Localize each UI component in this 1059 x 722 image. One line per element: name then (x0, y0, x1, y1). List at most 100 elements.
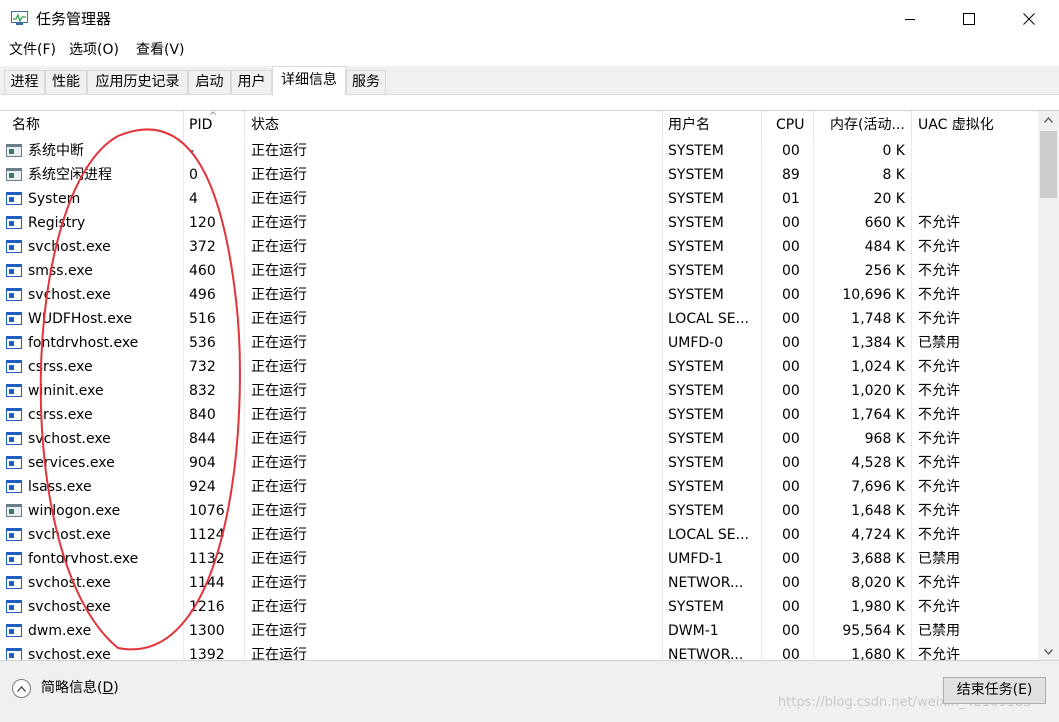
column-header-username[interactable]: 用户名 (668, 114, 710, 136)
column-divider[interactable] (183, 111, 184, 139)
column-header-pid[interactable]: PID (189, 114, 212, 136)
chevron-up-icon (1044, 116, 1053, 123)
scroll-down-button[interactable] (1038, 643, 1059, 660)
column-divider[interactable] (813, 111, 814, 139)
cell-mem: 95,564 K (842, 623, 905, 639)
cell-uac: 不允许 (918, 647, 960, 661)
content-spacer (0, 95, 1059, 110)
tab-startup[interactable]: 启动 (188, 70, 231, 94)
cell-name: svchost.exe (28, 287, 111, 303)
table-row[interactable]: 系统中断 - 正在运行 SYSTEM 00 0 K (0, 139, 1038, 163)
table-row[interactable]: svchost.exe 844 正在运行 SYSTEM 00 968 K 不允许 (0, 427, 1038, 451)
table-row[interactable]: wininit.exe 832 正在运行 SYSTEM 00 1,020 K 不允许 (0, 379, 1038, 403)
process-icon (6, 624, 22, 637)
column-divider[interactable] (244, 111, 245, 139)
fewer-details-toggle[interactable]: 简略信息(D) (12, 679, 119, 698)
tab-app-history[interactable]: 应用历史记录 (87, 70, 188, 94)
tab-services[interactable]: 服务 (346, 70, 386, 94)
process-icon (6, 384, 22, 397)
column-header-name[interactable]: 名称 (12, 114, 40, 136)
column-divider[interactable] (662, 111, 663, 139)
cell-uac (918, 139, 1018, 163)
table-row[interactable]: svchost.exe 496 正在运行 SYSTEM 00 10,696 K 不允许 (0, 283, 1038, 307)
tab-processes[interactable]: 进程 (4, 70, 45, 94)
cell-name: dwm.exe (28, 623, 92, 639)
cell-status: 正在运行 (251, 383, 307, 399)
cell-user: SYSTEM (668, 503, 724, 519)
process-icon (6, 192, 22, 205)
cell-cpu: 89 (782, 167, 800, 183)
table-row[interactable]: System 4 正在运行 SYSTEM 01 20 K (0, 187, 1038, 211)
scroll-up-button[interactable] (1038, 111, 1059, 128)
menu-options[interactable]: 选项(O) (69, 41, 119, 60)
cell-uac: 不允许 (918, 479, 960, 495)
minimize-button[interactable] (880, 0, 940, 38)
table-row[interactable]: csrss.exe 732 正在运行 SYSTEM 00 1,024 K 不允许 (0, 355, 1038, 379)
cell-uac: 不允许 (918, 383, 960, 399)
cell-mem: 1,024 K (851, 359, 905, 375)
menu-bar: 文件(F) 选项(O) 查看(V) (0, 38, 1059, 63)
table-row[interactable]: services.exe 904 正在运行 SYSTEM 00 4,528 K 不允许 (0, 451, 1038, 475)
cell-mem: 8,020 K (851, 575, 905, 591)
column-header-cpu[interactable]: CPU (776, 114, 804, 136)
cell-uac: 不允许 (918, 359, 960, 375)
cell-mem: 1,980 K (851, 599, 905, 615)
cell-status: 正在运行 (251, 311, 307, 327)
fewer-details-label[interactable]: 简略信息(D) (41, 679, 119, 698)
table-row[interactable]: Registry 120 正在运行 SYSTEM 00 660 K 不允许 (0, 211, 1038, 235)
cell-uac (918, 187, 1018, 211)
table-row[interactable]: svchost.exe 372 正在运行 SYSTEM 00 484 K 不允许 (0, 235, 1038, 259)
cell-uac: 不允许 (918, 503, 960, 519)
cell-status: 正在运行 (251, 647, 307, 661)
table-row[interactable]: winlogon.exe 1076 正在运行 SYSTEM 00 1,648 K 不允许 (0, 499, 1038, 523)
table-row[interactable]: smss.exe 460 正在运行 SYSTEM 00 256 K 不允许 (0, 259, 1038, 283)
menu-file[interactable]: 文件(F) (9, 41, 56, 60)
table-row[interactable]: WUDFHost.exe 516 正在运行 LOCAL SE... 00 1,748 K 不… (0, 307, 1038, 331)
menu-view[interactable]: 查看(V) (136, 41, 185, 60)
table-row[interactable]: svchost.exe 1216 正在运行 SYSTEM 00 1,980 K 不允许 (0, 595, 1038, 619)
cell-mem: 1,764 K (851, 407, 905, 423)
column-divider[interactable] (761, 111, 762, 139)
cell-cpu: 00 (782, 335, 800, 351)
process-icon (6, 648, 22, 660)
cell-user: NETWOR... (668, 647, 744, 661)
cell-pid: 924 (189, 479, 216, 495)
tab-performance[interactable]: 性能 (45, 70, 87, 94)
table-row[interactable]: lsass.exe 924 正在运行 SYSTEM 00 7,696 K 不允许 (0, 475, 1038, 499)
table-row[interactable]: svchost.exe 1124 正在运行 LOCAL SE... 00 4,724 K 不… (0, 523, 1038, 547)
cell-uac: 不允许 (918, 527, 960, 543)
close-button[interactable] (999, 0, 1059, 38)
column-divider[interactable] (911, 111, 912, 139)
cell-mem: 968 K (864, 431, 905, 447)
cell-user: SYSTEM (668, 599, 724, 615)
table-row[interactable]: fontdrvhost.exe 536 正在运行 UMFD-0 00 1,384 K 已禁用 (0, 331, 1038, 355)
title-bar: 任务管理器 (0, 0, 1059, 38)
column-header-uac[interactable]: UAC 虚拟化 (918, 114, 994, 136)
minimize-icon (905, 19, 915, 20)
table-row[interactable]: dwm.exe 1300 正在运行 DWM-1 00 95,564 K 已禁用 (0, 619, 1038, 643)
cell-pid: 1392 (189, 647, 225, 661)
maximize-button[interactable] (939, 0, 999, 38)
cell-cpu: 00 (782, 503, 800, 519)
table-row[interactable]: svchost.exe 1144 正在运行 NETWOR... 00 8,020 K 不允许 (0, 571, 1038, 595)
cell-pid: 1216 (189, 599, 225, 615)
vertical-scrollbar[interactable] (1038, 111, 1059, 660)
end-task-button[interactable]: 结束任务(E) (943, 677, 1046, 704)
table-row[interactable]: fontdrvhost.exe 1132 正在运行 UMFD-1 00 3,688 K 已禁… (0, 547, 1038, 571)
system-idle-icon (6, 168, 22, 181)
cell-status: 正在运行 (251, 599, 307, 615)
chevron-up-icon (17, 685, 26, 692)
cell-mem: 256 K (864, 263, 905, 279)
column-header-memory[interactable]: 内存(活动... (830, 114, 905, 136)
scrollbar-thumb[interactable] (1040, 131, 1057, 198)
tab-details[interactable]: 详细信息 (272, 66, 346, 95)
cell-status: 正在运行 (251, 263, 307, 279)
table-row[interactable]: 系统空闲进程 0 正在运行 SYSTEM 89 8 K (0, 163, 1038, 187)
table-row[interactable]: svchost.exe 1392 正在运行 NETWOR... 00 1,680 K 不允许 (0, 643, 1038, 661)
cell-cpu: 00 (782, 263, 800, 279)
tab-users[interactable]: 用户 (231, 70, 272, 94)
column-header-status[interactable]: 状态 (251, 114, 279, 136)
cell-mem: 7,696 K (851, 479, 905, 495)
table-row[interactable]: csrss.exe 840 正在运行 SYSTEM 00 1,764 K 不允许 (0, 403, 1038, 427)
cell-uac: 不允许 (918, 599, 960, 615)
